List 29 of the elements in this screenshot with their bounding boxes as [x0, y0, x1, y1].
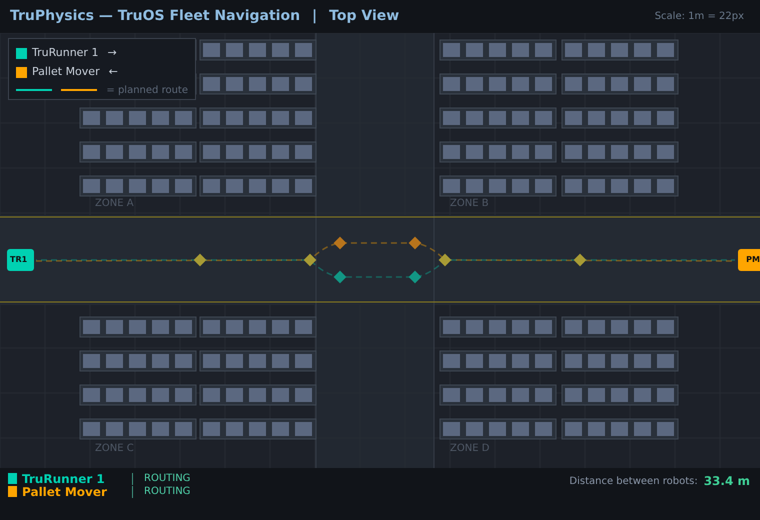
- zone-label: ZONE C: [95, 442, 134, 456]
- robot-state: ROUTING: [144, 472, 190, 486]
- view-title: Top View: [329, 7, 400, 26]
- waypoint-marker: [408, 236, 422, 250]
- waypoint-marker: [574, 254, 586, 266]
- zone-label: ZONE A: [95, 197, 134, 211]
- direction-arrow: →: [107, 44, 117, 61]
- waypoint-marker: [304, 254, 316, 266]
- legend-label: TruRunner 1: [32, 44, 98, 61]
- legend-note: = planned route: [106, 84, 188, 98]
- legend-label: Pallet Mover: [32, 64, 100, 80]
- distance-label: Distance between robots:: [569, 475, 698, 489]
- title-separator: |: [312, 7, 318, 26]
- distance-value: 33.4 m: [704, 473, 750, 490]
- waypoint-marker: [438, 254, 452, 266]
- waypoint-marker: [194, 254, 206, 266]
- scale-label: Scale: 1m = 22px: [654, 10, 744, 24]
- robot-marker: PM: [738, 249, 760, 271]
- robot-name: Pallet Mover: [22, 484, 108, 500]
- waypoint-marker: [408, 270, 422, 284]
- direction-arrow: ←: [108, 64, 118, 80]
- robot-state: ROUTING: [144, 485, 190, 499]
- waypoint-marker: [334, 236, 346, 250]
- zone-label: ZONE D: [450, 442, 490, 456]
- app-title: TruPhysics — TruOS Fleet Navigation: [10, 7, 300, 26]
- robot-marker: TR1: [7, 249, 34, 271]
- waypoint-marker: [334, 270, 346, 284]
- robot-name: TruRunner 1: [22, 470, 106, 486]
- zone-label: ZONE B: [450, 197, 489, 211]
